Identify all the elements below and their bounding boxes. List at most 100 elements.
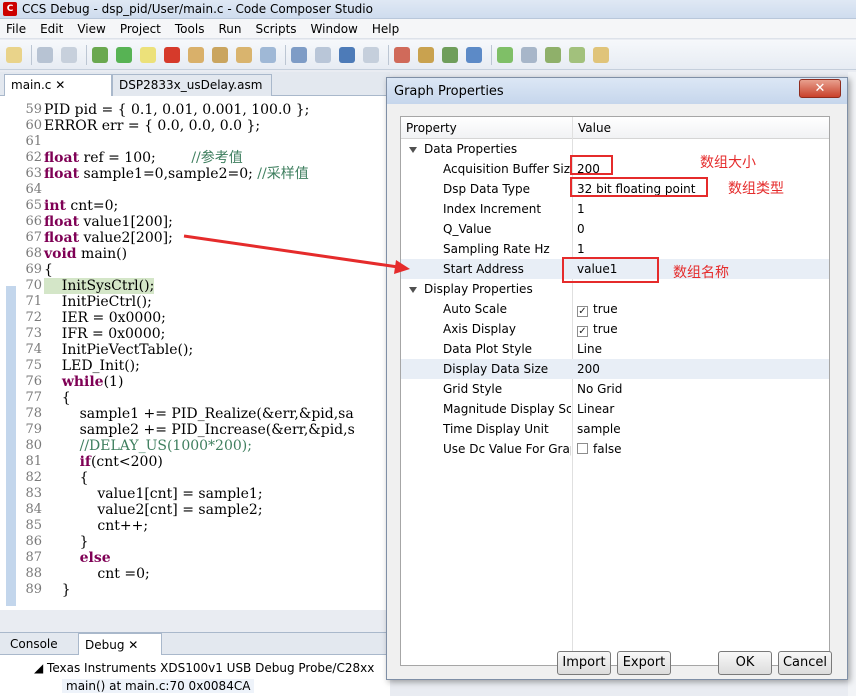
breakpoint-icon[interactable] — [394, 46, 410, 63]
code-line[interactable]: 65 int cnt=0; — [0, 198, 390, 214]
property-row-auto-scale[interactable]: Auto Scale ✓ true — [401, 299, 829, 319]
code-line[interactable]: 82 { — [0, 470, 390, 486]
code-line[interactable]: 85 cnt++; — [0, 518, 390, 534]
expand-triangle-icon[interactable] — [409, 286, 417, 293]
checkbox[interactable]: ✓ — [577, 326, 588, 337]
code-line[interactable]: 83 value1[cnt] = sample1; — [0, 486, 390, 502]
code-line[interactable]: 88 cnt =0; — [0, 566, 390, 582]
debug-probe-node[interactable]: ◢ Texas Instruments XDS100v1 USB Debug P… — [34, 661, 374, 675]
property-row-acquisition-buffer-size[interactable]: Acquisition Buffer Size 200 — [401, 159, 829, 179]
property-row-time-display-unit[interactable]: Time Display Unit sample — [401, 419, 829, 439]
dropdown-icon[interactable] — [363, 46, 379, 63]
code-line[interactable]: 86 } — [0, 534, 390, 550]
code-line[interactable]: 75 LED_Init(); — [0, 358, 390, 374]
expand-triangle-icon[interactable] — [409, 146, 417, 153]
code-line[interactable]: 81 if(cnt<200) — [0, 454, 390, 470]
code-line[interactable]: 74 InitPieVectTable(); — [0, 342, 390, 358]
property-row-sampling-rate-hz[interactable]: Sampling Rate Hz 1 — [401, 239, 829, 259]
property-row-use-dc-value-for-graph[interactable]: Use Dc Value For Graph false — [401, 439, 829, 459]
property-row-q_value[interactable]: Q_Value 0 — [401, 219, 829, 239]
code-editor[interactable]: 59 PID pid = { 0.1, 0.01, 0.001, 100.0 };… — [0, 96, 390, 610]
build-icon[interactable] — [442, 46, 458, 63]
code-line[interactable]: 63 float sample1=0,sample2=0; //采样值 — [0, 166, 390, 182]
tab-usdelay-asm[interactable]: DSP2833x_usDelay.asm — [112, 74, 272, 96]
code-line[interactable]: 60 ERROR err = { 0.0, 0.0, 0.0 }; — [0, 118, 390, 134]
tab-debug[interactable]: Debug ✕ — [78, 633, 162, 655]
property-row-axis-display[interactable]: Axis Display ✓ true — [401, 319, 829, 339]
bug-icon[interactable] — [569, 46, 585, 63]
code-line[interactable]: 84 value2[cnt] = sample2; — [0, 502, 390, 518]
code-line[interactable]: 72 IER = 0x0000; — [0, 310, 390, 326]
tab-main-c[interactable]: main.c ✕ — [4, 74, 112, 96]
graph-icon[interactable] — [291, 46, 307, 63]
code-line[interactable]: 71 InitPieCtrl(); — [0, 294, 390, 310]
refresh-icon[interactable] — [497, 46, 513, 63]
code-line[interactable]: 89 } — [0, 582, 390, 598]
menu-item-scripts[interactable]: Scripts — [255, 22, 296, 36]
property-value[interactable]: Linear — [577, 399, 614, 419]
code-line[interactable]: 69{ — [0, 262, 390, 278]
property-row-index-increment[interactable]: Index Increment 1 — [401, 199, 829, 219]
suspend-icon[interactable] — [140, 46, 156, 63]
import-button[interactable]: Import — [557, 651, 611, 675]
property-value[interactable]: ✓ true — [577, 299, 618, 319]
menu-item-run[interactable]: Run — [218, 22, 241, 36]
checkbox[interactable] — [577, 443, 588, 454]
checkbox[interactable]: ✓ — [577, 306, 588, 317]
step-over-icon[interactable] — [212, 46, 228, 63]
debug-icon[interactable] — [92, 46, 108, 63]
code-line[interactable]: 80 //DELAY_US(1000*200); — [0, 438, 390, 454]
view-icon[interactable] — [339, 46, 355, 63]
property-row-display-data-size[interactable]: Display Data Size 200 — [401, 359, 829, 379]
menu-item-project[interactable]: Project — [120, 22, 161, 36]
code-line[interactable]: 87 else — [0, 550, 390, 566]
code-line[interactable]: 68 void main() — [0, 246, 390, 262]
reset-icon[interactable] — [260, 46, 276, 63]
property-value[interactable]: 200 — [577, 359, 600, 379]
step-into-icon[interactable] — [188, 46, 204, 63]
code-line[interactable]: 73 IFR = 0x0000; — [0, 326, 390, 342]
section-data-properties[interactable]: Data Properties — [401, 139, 829, 159]
pin-icon[interactable] — [593, 46, 609, 63]
property-value[interactable]: 1 — [577, 239, 585, 259]
property-value[interactable]: 0 — [577, 219, 585, 239]
stack-frame-node[interactable]: main() at main.c:70 0x0084CA — [62, 679, 255, 693]
new-icon[interactable] — [6, 46, 22, 63]
search-icon[interactable] — [545, 46, 561, 63]
property-row-magnitude-display-scale[interactable]: Magnitude Display Scale Linear — [401, 399, 829, 419]
code-line[interactable]: 79 sample2 += PID_Increase(&err,&pid,s — [0, 422, 390, 438]
code-line[interactable]: 67 float value2[200]; — [0, 230, 390, 246]
code-line[interactable]: 64 — [0, 182, 390, 198]
export-button[interactable]: Export — [617, 651, 671, 675]
code-line[interactable]: 62 float ref = 100; //参考值 — [0, 150, 390, 166]
step-return-icon[interactable] — [236, 46, 252, 63]
cancel-button[interactable]: Cancel — [778, 651, 832, 675]
menu-item-file[interactable]: File — [6, 22, 26, 36]
menu-item-help[interactable]: Help — [372, 22, 399, 36]
dialog-close-button[interactable]: ✕ — [799, 79, 841, 98]
ok-button[interactable]: OK — [718, 651, 772, 675]
load-icon[interactable] — [418, 46, 434, 63]
menu-item-edit[interactable]: Edit — [40, 22, 63, 36]
code-line[interactable]: 77 { — [0, 390, 390, 406]
resume-icon[interactable] — [116, 46, 132, 63]
code-line[interactable]: 66 float value1[200]; — [0, 214, 390, 230]
target-icon[interactable] — [466, 46, 482, 63]
memory-icon[interactable] — [315, 46, 331, 63]
property-value[interactable]: No Grid — [577, 379, 622, 399]
tab-console[interactable]: Console — [4, 633, 78, 655]
code-line[interactable]: 76 while(1) — [0, 374, 390, 390]
tools-icon[interactable] — [521, 46, 537, 63]
code-line[interactable]: 78 sample1 += PID_Realize(&err,&pid,sa — [0, 406, 390, 422]
terminate-icon[interactable] — [164, 46, 180, 63]
save-icon[interactable] — [37, 46, 53, 63]
property-value[interactable]: false — [577, 439, 622, 459]
menu-item-tools[interactable]: Tools — [175, 22, 205, 36]
property-row-data-plot-style[interactable]: Data Plot Style Line — [401, 339, 829, 359]
property-value[interactable]: ✓ true — [577, 319, 618, 339]
save-all-icon[interactable] — [61, 46, 77, 63]
property-row-grid-style[interactable]: Grid Style No Grid — [401, 379, 829, 399]
code-line[interactable]: 70 InitSysCtrl(); — [0, 278, 390, 294]
menu-item-window[interactable]: Window — [311, 22, 358, 36]
menu-item-view[interactable]: View — [77, 22, 105, 36]
